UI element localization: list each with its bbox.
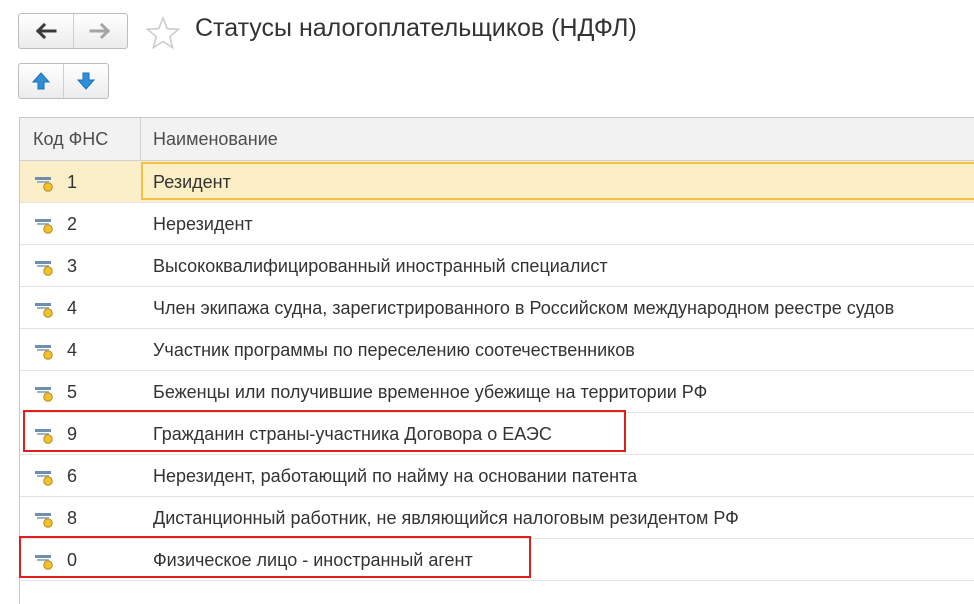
table-row[interactable]: 5 Беженцы или получившие временное убежищ… bbox=[20, 371, 974, 413]
table-row[interactable]: 8 Дистанционный работник, не являющийся н… bbox=[20, 497, 974, 539]
catalog-item-icon bbox=[35, 303, 53, 318]
table-header: Код ФНС Наименование bbox=[20, 118, 974, 161]
row-code: 2 bbox=[67, 214, 78, 234]
navigation-buttons bbox=[18, 13, 128, 49]
row-code: 5 bbox=[67, 382, 78, 402]
row-name: Резидент bbox=[153, 172, 231, 192]
row-name: Нерезидент, работающий по найму на основ… bbox=[153, 466, 638, 486]
row-name: Нерезидент bbox=[153, 214, 253, 234]
selected-cell bbox=[141, 162, 974, 200]
row-code: 1 bbox=[67, 172, 78, 192]
arrow-up-icon bbox=[31, 72, 51, 90]
arrow-left-icon bbox=[35, 23, 57, 39]
star-outline-icon bbox=[145, 15, 181, 50]
move-buttons bbox=[18, 63, 109, 99]
row-icon bbox=[34, 258, 56, 281]
move-up-button[interactable] bbox=[19, 64, 63, 98]
table-row[interactable]: 1 Резидент bbox=[20, 161, 974, 203]
catalog-item-icon bbox=[35, 177, 53, 192]
table-row[interactable]: 6 Нерезидент, работающий по найму на осно… bbox=[20, 455, 974, 497]
move-down-button[interactable] bbox=[63, 64, 108, 98]
row-name: Гражданин страны-участника Договора о ЕА… bbox=[153, 424, 552, 444]
table-row[interactable]: 4 Участник программы по переселению сооте… bbox=[20, 329, 974, 371]
catalog-item-icon bbox=[35, 513, 53, 528]
row-icon bbox=[34, 426, 56, 449]
row-name: Высококвалифицированный иностранный спец… bbox=[153, 256, 608, 276]
catalog-item-icon bbox=[35, 471, 53, 486]
catalog-item-icon bbox=[35, 429, 53, 444]
favorite-button[interactable] bbox=[145, 15, 181, 55]
row-icon bbox=[34, 510, 56, 533]
column-divider bbox=[140, 118, 141, 160]
table-row[interactable]: 0 Физическое лицо - иностранный агент bbox=[20, 539, 974, 581]
column-header-name[interactable]: Наименование bbox=[153, 118, 278, 160]
row-icon bbox=[34, 216, 56, 239]
row-name: Участник программы по переселению соотеч… bbox=[153, 340, 635, 360]
row-name: Беженцы или получившие временное убежище… bbox=[153, 382, 708, 402]
table-row[interactable]: 4 Член экипажа судна, зарегистрированного… bbox=[20, 287, 974, 329]
catalog-item-icon bbox=[35, 219, 53, 234]
table-row[interactable]: 2 Нерезидент bbox=[20, 203, 974, 245]
page-title: Статусы налогоплательщиков (НДФЛ) bbox=[195, 14, 637, 42]
row-code: 6 bbox=[67, 466, 78, 486]
row-icon bbox=[34, 342, 56, 365]
row-icon bbox=[34, 552, 56, 575]
arrow-down-icon bbox=[76, 72, 96, 90]
row-name: Дистанционный работник, не являющийся на… bbox=[153, 508, 739, 528]
table-row[interactable]: 3 Высококвалифицированный иностранный спе… bbox=[20, 245, 974, 287]
arrow-right-icon bbox=[89, 23, 111, 39]
catalog-item-icon bbox=[35, 387, 53, 402]
column-header-code[interactable]: Код ФНС bbox=[33, 118, 108, 160]
row-code: 4 bbox=[67, 340, 78, 360]
row-code: 0 bbox=[67, 550, 78, 570]
row-icon bbox=[34, 300, 56, 323]
row-icon bbox=[34, 468, 56, 491]
catalog-item-icon bbox=[35, 555, 53, 570]
row-code: 4 bbox=[67, 298, 78, 318]
row-code: 8 bbox=[67, 508, 78, 528]
statuses-table: Код ФНС Наименование 1 Резидент 2 Нерезиден… bbox=[19, 117, 974, 604]
forward-button[interactable] bbox=[72, 14, 128, 48]
back-button[interactable] bbox=[19, 14, 73, 48]
row-icon bbox=[34, 174, 56, 197]
row-icon bbox=[34, 384, 56, 407]
row-name: Член экипажа судна, зарегистрированного … bbox=[153, 298, 895, 318]
table-row[interactable]: 9 Гражданин страны-участника Договора о Е… bbox=[20, 413, 974, 455]
row-code: 9 bbox=[67, 424, 78, 444]
row-code: 3 bbox=[67, 256, 78, 276]
row-name: Физическое лицо - иностранный агент bbox=[153, 550, 473, 570]
catalog-item-icon bbox=[35, 345, 53, 360]
catalog-item-icon bbox=[35, 261, 53, 276]
